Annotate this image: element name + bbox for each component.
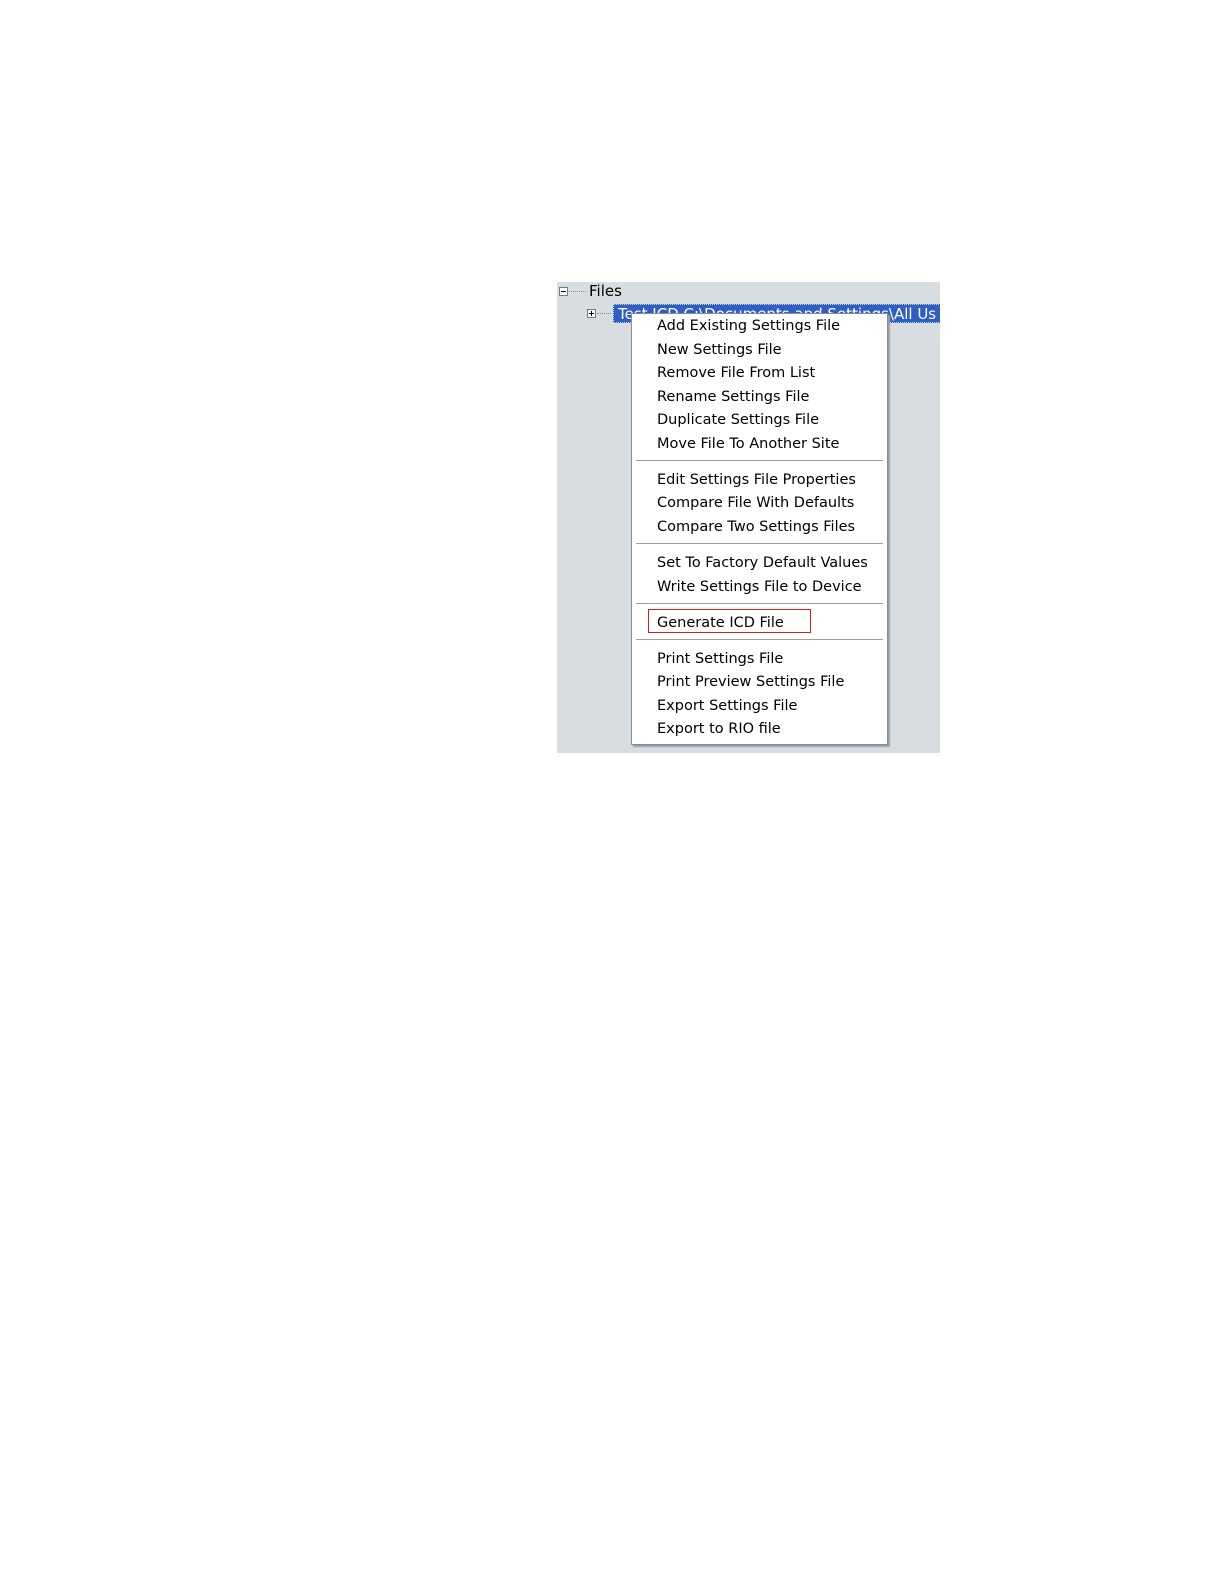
tree-panel-screenshot: Files Test ICD C:\Documents and Settings…: [557, 282, 940, 753]
menu-item-new-settings-file[interactable]: New Settings File: [657, 340, 782, 360]
menu-item-rename-settings-file[interactable]: Rename Settings File: [657, 387, 809, 407]
menu-separator: [636, 639, 883, 641]
menu-separator: [636, 460, 883, 462]
menu-item-set-to-factory-default-values[interactable]: Set To Factory Default Values: [657, 553, 868, 573]
menu-separator: [636, 603, 883, 605]
menu-item-print-preview-settings-file[interactable]: Print Preview Settings File: [657, 672, 844, 692]
tree-connector: [597, 313, 611, 314]
menu-item-remove-file-from-list[interactable]: Remove File From List: [657, 363, 815, 383]
collapse-icon[interactable]: [559, 287, 568, 296]
menu-item-move-file-to-another-site[interactable]: Move File To Another Site: [657, 434, 839, 454]
menu-item-compare-file-with-defaults[interactable]: Compare File With Defaults: [657, 493, 854, 513]
menu-item-duplicate-settings-file[interactable]: Duplicate Settings File: [657, 410, 819, 430]
context-menu: Add Existing Settings File New Settings …: [631, 313, 888, 745]
menu-item-edit-settings-file-properties[interactable]: Edit Settings File Properties: [657, 470, 856, 490]
menu-item-generate-icd-file[interactable]: Generate ICD File: [657, 613, 784, 633]
tree-connector: [569, 291, 586, 292]
menu-separator: [636, 543, 883, 545]
menu-item-print-settings-file[interactable]: Print Settings File: [657, 649, 783, 669]
menu-item-export-settings-file[interactable]: Export Settings File: [657, 696, 797, 716]
expand-icon[interactable]: [587, 309, 596, 318]
menu-item-add-existing-settings-file[interactable]: Add Existing Settings File: [657, 316, 840, 336]
menu-item-export-to-rio-file[interactable]: Export to RIO file: [657, 719, 781, 739]
menu-item-write-settings-file-to-device[interactable]: Write Settings File to Device: [657, 577, 862, 597]
tree-root-files[interactable]: Files: [589, 282, 622, 301]
menu-item-compare-two-settings-files[interactable]: Compare Two Settings Files: [657, 517, 855, 537]
